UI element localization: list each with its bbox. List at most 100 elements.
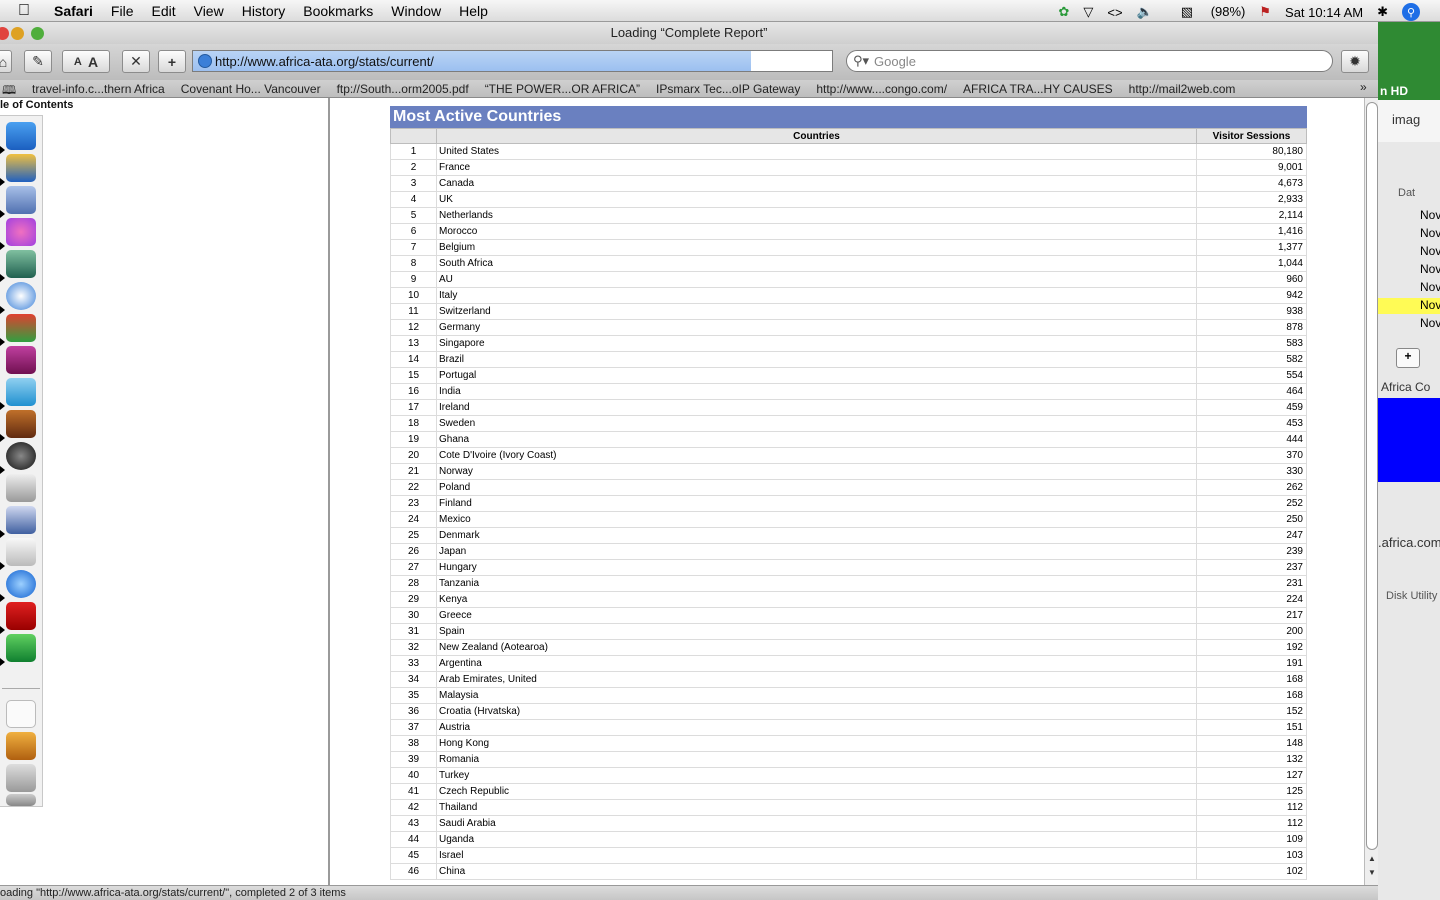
menu-bookmarks[interactable]: Bookmarks: [303, 3, 373, 19]
bookmark-item[interactable]: IPsmarx Tec...oIP Gateway: [656, 82, 800, 96]
rank-cell: 38: [390, 735, 437, 752]
quill-icon[interactable]: [6, 250, 36, 278]
bookmark-button[interactable]: ✎: [24, 50, 52, 73]
printer-icon[interactable]: [6, 474, 36, 502]
dock: [0, 115, 43, 807]
safari-compass-icon[interactable]: [6, 282, 36, 310]
add-bookmark-button[interactable]: +: [158, 50, 186, 73]
minimize-window-button[interactable]: [11, 27, 24, 40]
country-cell: Canada: [436, 175, 1197, 192]
preview-icon[interactable]: [6, 506, 36, 534]
antelope-app-icon[interactable]: [6, 410, 36, 438]
menu-help[interactable]: Help: [459, 3, 488, 19]
table-row: 3 Canada 4,673: [390, 175, 1307, 192]
flag-icon[interactable]: ⚑: [1259, 4, 1271, 20]
ichat-butterfly-icon[interactable]: [6, 218, 36, 246]
spotlight-icon[interactable]: ⚲: [1402, 3, 1420, 21]
running-indicator: [0, 402, 5, 410]
mail-icon[interactable]: [6, 186, 36, 214]
bookmark-item[interactable]: http://mail2web.com: [1129, 82, 1236, 96]
rank-cell: 4: [390, 191, 437, 208]
menu-edit[interactable]: Edit: [151, 3, 175, 19]
zoom-window-button[interactable]: [31, 27, 44, 40]
package-icon[interactable]: [6, 732, 36, 760]
airport-icon[interactable]: ▽: [1083, 4, 1093, 20]
bluetooth-icon[interactable]: ✱: [1377, 4, 1388, 20]
textedit-icon[interactable]: [6, 538, 36, 566]
bug-report-button[interactable]: ✹: [1341, 50, 1369, 73]
table-row: 35 Malaysia 168: [390, 687, 1307, 704]
country-cell: Morocco: [436, 223, 1197, 240]
close-window-button[interactable]: [0, 27, 9, 40]
country-cell: Ghana: [436, 431, 1197, 448]
scroll-up-icon[interactable]: ▲: [1368, 854, 1376, 863]
bookmark-item[interactable]: travel-info.c...thern Africa: [32, 82, 165, 96]
table-row: 22 Poland 262: [390, 479, 1307, 496]
bookmark-item[interactable]: http://www....congo.com/: [816, 82, 947, 96]
pdf-document-icon[interactable]: [6, 764, 36, 792]
acrobat-icon[interactable]: [6, 602, 36, 630]
word-app-icon[interactable]: [6, 378, 36, 406]
rank-cell: 39: [390, 751, 437, 768]
bookmark-item[interactable]: Covenant Ho... Vancouver: [181, 82, 321, 96]
country-cell: Finland: [436, 495, 1197, 512]
rank-cell: 21: [390, 463, 437, 480]
volume-icon[interactable]: 🔈: [1137, 4, 1153, 20]
ie-icon[interactable]: [6, 570, 36, 598]
menu-view[interactable]: View: [194, 3, 224, 19]
vertical-scrollbar[interactable]: ▲ ▼: [1364, 98, 1378, 885]
search-magnifier-icon: ⚲▾: [853, 53, 870, 68]
table-row: 6 Morocco 1,416: [390, 223, 1307, 240]
disk-utility-label[interactable]: Disk Utility: [1386, 590, 1437, 602]
scissors-app-icon[interactable]: [6, 634, 36, 662]
rank-cell: 29: [390, 591, 437, 608]
butterfly-icon[interactable]: ✿: [1058, 4, 1069, 20]
rank-cell: 37: [390, 719, 437, 736]
plus-icon: +: [167, 53, 177, 70]
hard-drive-label[interactable]: n HD: [1380, 84, 1408, 98]
battery-status[interactable]: ▧ (98%): [1167, 4, 1246, 20]
stop-button[interactable]: ✕: [122, 50, 150, 73]
running-indicator: [0, 242, 5, 250]
scroll-down-icon[interactable]: ▼: [1368, 868, 1376, 877]
apple-menu-icon[interactable]: : [18, 2, 30, 20]
countries-table: Countries Visitor Sessions 1 United State…: [390, 128, 1307, 880]
bookmark-item[interactable]: AFRICA TRA...HY CAUSES: [963, 82, 1113, 96]
rank-cell: 10: [390, 287, 437, 304]
rank-cell: 8: [390, 255, 437, 272]
document-icon[interactable]: [6, 700, 36, 728]
rank-cell: 40: [390, 767, 437, 784]
country-cell: Switzerland: [436, 303, 1197, 320]
menu-clock[interactable]: Sat 10:14 AM: [1285, 5, 1363, 20]
bookmark-item[interactable]: ftp://South...orm2005.pdf: [337, 82, 469, 96]
photos-icon[interactable]: [6, 314, 36, 342]
trash-icon[interactable]: [6, 794, 36, 806]
finder-icon[interactable]: [6, 122, 36, 150]
report-title: Most Active Countries: [390, 106, 1307, 128]
scroll-thumb[interactable]: [1366, 102, 1378, 850]
add-button[interactable]: +: [1396, 348, 1420, 368]
network-icon[interactable]: <>: [1107, 5, 1122, 20]
menu-window[interactable]: Window: [391, 3, 441, 19]
dashboard-icon[interactable]: [6, 154, 36, 182]
sessions-cell: 252: [1196, 495, 1307, 512]
home-button[interactable]: ⌂: [0, 50, 12, 73]
text-size-button[interactable]: A A: [62, 50, 110, 73]
table-row: 2 France 9,001: [390, 159, 1307, 176]
more-bookmarks-icon[interactable]: »: [1360, 80, 1367, 94]
address-bar[interactable]: http://www.africa-ata.org/stats/current/: [192, 50, 833, 72]
bookmark-item[interactable]: “THE POWER...OR AFRICA”: [485, 82, 640, 96]
table-row: 45 Israel 103: [390, 847, 1307, 864]
dvd-player-icon[interactable]: [6, 442, 36, 470]
search-field[interactable]: ⚲▾ Google: [846, 50, 1333, 72]
sessions-cell: 239: [1196, 543, 1307, 560]
table-of-contents-label: le of Contents: [0, 99, 74, 111]
menu-file[interactable]: File: [111, 3, 134, 19]
app-icon[interactable]: [6, 346, 36, 374]
countries-header: Countries: [436, 128, 1197, 144]
country-cell: Japan: [436, 543, 1197, 560]
menu-history[interactable]: History: [242, 3, 286, 19]
menu-app-name[interactable]: Safari: [54, 3, 93, 19]
sessions-cell: 960: [1196, 271, 1307, 288]
sessions-cell: 192: [1196, 639, 1307, 656]
